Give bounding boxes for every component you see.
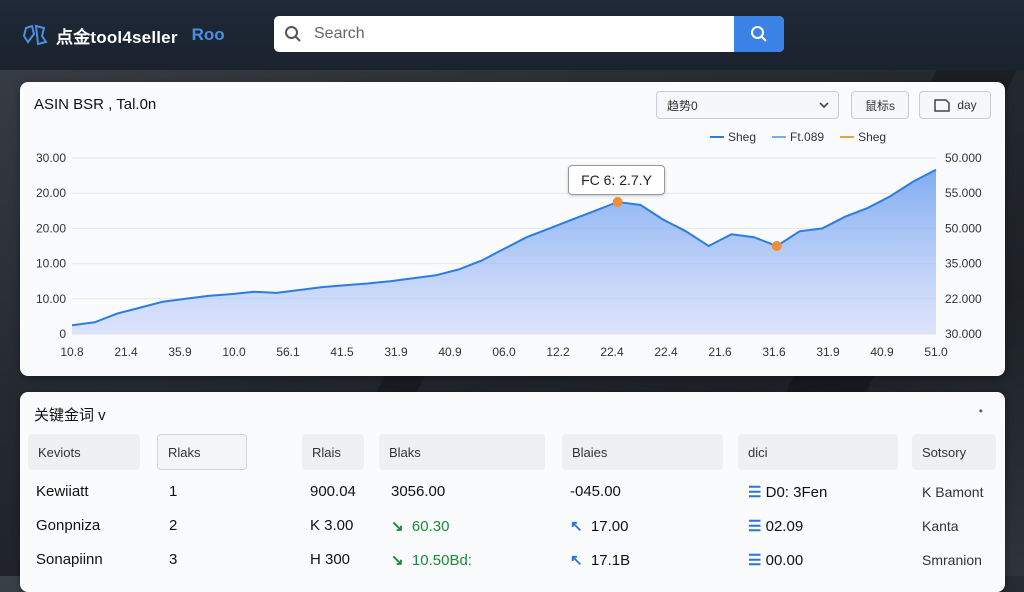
table-cell-c7: K Bamont	[922, 484, 984, 500]
table-cell-rank: 3	[169, 551, 178, 568]
y-left-tick-label: 10.00	[36, 257, 66, 271]
column-header-keywords[interactable]: Keviots	[28, 434, 140, 470]
x-tick-label: 51.0	[924, 345, 948, 359]
filter-icon: ☰	[748, 484, 762, 501]
app-logo[interactable]: 点金tool4seller Roo	[22, 20, 225, 50]
search-bar	[274, 16, 784, 52]
table-cell-c5: ↖ 17.1B	[570, 551, 630, 569]
table-cell-c6: ☰ 00.00	[748, 551, 803, 569]
table-cell-c6-text: D0: 3Fen	[765, 484, 828, 501]
x-tick-label: 10.8	[60, 345, 84, 359]
table-cell-keyword[interactable]: Kewiiatt	[36, 483, 89, 500]
y-left-tick-label: 10.00	[36, 292, 66, 306]
table-cell-c3: K 3.00	[310, 517, 354, 534]
bsr-area-chart: 30.00 20.00 20.00 10.00 10.00 0 50.000 55.000 50…	[36, 151, 982, 359]
table-cell-c3: H 300	[310, 551, 351, 568]
highlight-marker[interactable]	[612, 197, 623, 207]
y-left-tick-label: 30.00	[36, 151, 66, 165]
table-cell-c6-text: 00.00	[765, 552, 804, 569]
x-tick-label: 22.4	[654, 345, 678, 359]
trend-up-icon: ↘	[391, 518, 404, 535]
column-header-c3[interactable]: Rlais	[302, 434, 364, 470]
x-tick-label: 56.1	[276, 345, 300, 359]
table-cell-keyword[interactable]: Sonapiinn	[36, 551, 103, 568]
highlight-marker[interactable]	[771, 241, 782, 251]
x-tick-label: 12.2	[546, 345, 570, 359]
x-tick-label: 40.9	[438, 345, 462, 359]
column-header-c7[interactable]: Sotsory	[912, 434, 996, 470]
column-header-c5[interactable]: Blaies	[562, 434, 723, 470]
table-cell-c5-text: 17.00	[590, 518, 629, 535]
more-icon[interactable]: •	[979, 404, 983, 418]
table-cell-c4-text: 10.50Bd:	[411, 552, 472, 569]
trend-icon: ↖	[570, 552, 583, 569]
filter-icon: ☰	[748, 518, 762, 535]
y-left-tick-label: 0	[59, 327, 66, 341]
table-cell-c6-text: 02.09	[765, 518, 804, 535]
table-cell-c4: ↘ 10.50Bd:	[391, 551, 472, 569]
trend-up-icon: ↘	[391, 552, 404, 569]
table-cell-c6: ☰ D0: 3Fen	[748, 483, 827, 501]
y-right-tick-label: 50.000	[945, 221, 982, 235]
table-cell-c5: ↖ 17.00	[570, 517, 628, 535]
x-tick-label: 31.6	[762, 345, 786, 359]
x-tick-label: 21.4	[114, 345, 138, 359]
series-area	[72, 169, 936, 334]
table-cell-rank: 2	[169, 517, 178, 534]
logo-text: 点金tool4seller	[56, 27, 178, 47]
table-cell-c7: Kanta	[922, 518, 959, 534]
logo-accent-text: Roo	[191, 25, 225, 44]
trend-icon: ↖	[570, 518, 583, 535]
table-cell-keyword[interactable]: Gonpniza	[36, 517, 100, 534]
y-left-tick-label: 20.00	[36, 221, 66, 235]
x-tick-label: 35.9	[168, 345, 192, 359]
chart-tooltip: FC 6: 2.7.Y	[568, 165, 665, 195]
y-right-tick-label: 55.000	[945, 186, 982, 200]
y-left-tick-label: 20.00	[36, 186, 66, 200]
table-cell-c5: -045.00	[570, 483, 621, 500]
search-button[interactable]	[734, 16, 784, 52]
x-tick-label: 41.5	[330, 345, 354, 359]
filter-icon: ☰	[748, 552, 762, 569]
x-tick-label: 40.9	[870, 345, 894, 359]
x-tick-label: 31.9	[384, 345, 408, 359]
search-icon	[274, 16, 312, 52]
table-cell-c7: Smranion	[922, 552, 982, 568]
logo-icon	[22, 24, 48, 46]
x-tick-label: 21.6	[708, 345, 732, 359]
table-cell-rank: 1	[169, 483, 178, 500]
keyword-table-title[interactable]: 关键金词 v	[34, 404, 106, 425]
table-cell-c4: ↘ 60.30	[391, 517, 449, 535]
table-cell-c6: ☰ 02.09	[748, 517, 803, 535]
y-right-tick-label: 35.000	[945, 257, 982, 271]
bsr-chart-panel: ASIN BSR , Tal.0n 趋势0 鼠标s day Sheg Ft.08…	[20, 82, 1005, 376]
y-right-tick-label: 50.000	[945, 151, 982, 165]
x-tick-label: 10.0	[222, 345, 246, 359]
table-cell-c5-text: 17.1B	[590, 552, 631, 569]
keyword-table-panel: 关键金词 v • Keviots Rlaks Rlais Blaks Blaie…	[20, 392, 1005, 592]
table-cell-c4-text: 60.30	[411, 518, 450, 535]
column-header-rank[interactable]: Rlaks	[157, 434, 247, 470]
y-right-tick-label: 30.000	[945, 327, 982, 341]
search-icon	[751, 26, 767, 42]
x-tick-label: 22.4	[600, 345, 624, 359]
table-cell-c4: 3056.00	[391, 483, 446, 500]
x-tick-label: 06.0	[492, 345, 516, 359]
x-tick-label: 31.9	[816, 345, 840, 359]
top-bar: 点金tool4seller Roo	[0, 0, 1024, 70]
column-header-c4[interactable]: Blaks	[379, 434, 545, 470]
column-header-c6[interactable]: dici	[738, 434, 898, 470]
search-input[interactable]	[312, 16, 734, 52]
y-right-tick-label: 22.000	[945, 292, 982, 306]
table-cell-c3: 900.04	[310, 483, 356, 500]
